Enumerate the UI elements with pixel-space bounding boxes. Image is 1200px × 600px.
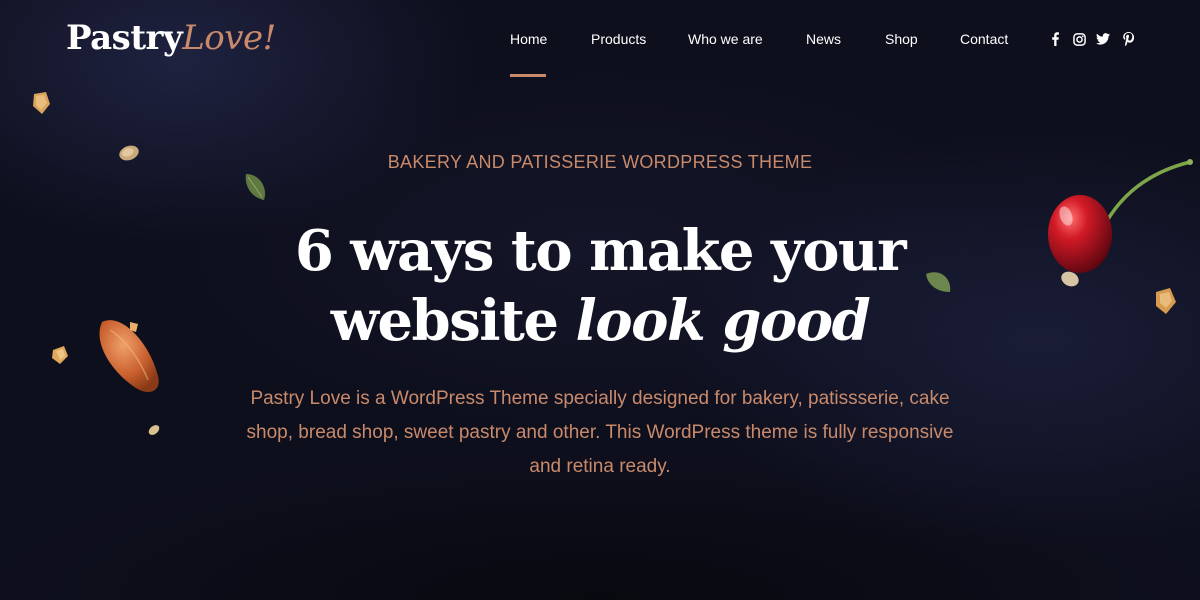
headline-line-1: 6 ways to make your [294, 218, 907, 284]
nav-item-news[interactable]: News [806, 28, 841, 50]
nav-item-label: Products [591, 31, 647, 47]
leaf-icon [245, 174, 266, 200]
nav-item-who-we-are[interactable]: Who we are [688, 28, 763, 50]
headline-line-2: website [330, 288, 576, 354]
nut-piece-icon [148, 425, 160, 435]
hero-headline: 6 ways to make your website look good [0, 216, 1200, 356]
hero-description: Pastry Love is a WordPress Theme special… [246, 388, 954, 477]
nav-item-products[interactable]: Products [591, 28, 646, 50]
nav-item-shop[interactable]: Shop [885, 28, 918, 50]
hero-page: PastryLove! Home Products Who we are New… [0, 0, 1200, 600]
hero-eyebrow: BAKERY AND PATISSERIE WORDPRESS THEME [387, 152, 813, 172]
nav-item-label: Home [510, 31, 548, 47]
nav-active-indicator [510, 74, 546, 77]
instagram-icon[interactable] [1070, 30, 1088, 48]
twitter-icon[interactable] [1094, 30, 1112, 48]
nav-item-label: News [806, 31, 842, 47]
headline-line-2-italic: look good [575, 288, 871, 354]
nut-piece-icon [33, 92, 50, 114]
main-nav: Home Products Who we are News Shop Conta… [0, 28, 1200, 88]
pinterest-icon[interactable] [1119, 30, 1137, 48]
nav-item-contact[interactable]: Contact [960, 28, 1008, 50]
nav-item-home[interactable]: Home [510, 28, 548, 77]
facebook-icon[interactable] [1046, 30, 1064, 48]
nav-item-label: Who we are [688, 31, 763, 47]
nav-item-label: Contact [960, 31, 1009, 47]
nav-item-label: Shop [885, 31, 918, 47]
